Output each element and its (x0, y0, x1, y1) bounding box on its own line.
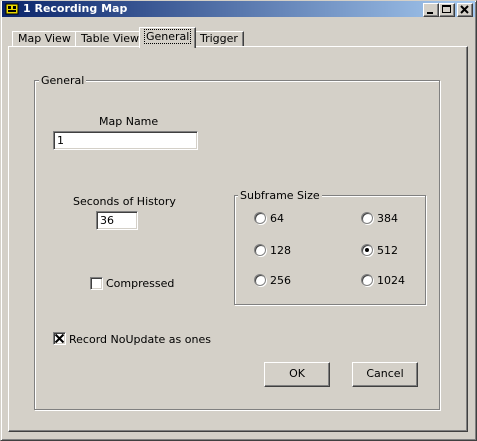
map-name-field[interactable]: 1 (53, 131, 198, 150)
radio-128-label: 128 (270, 244, 291, 257)
tab-label: Map View (18, 32, 71, 45)
subframe-size-title: Subframe Size (238, 189, 322, 202)
maximize-button[interactable] (439, 3, 455, 17)
map-name-label: Map Name (99, 115, 159, 128)
record-noupdate-label: Record NoUpdate as ones (69, 333, 211, 346)
maximize-icon (442, 5, 451, 13)
recording-map-app-icon[interactable] (5, 2, 19, 16)
record-noupdate-checkbox[interactable] (53, 332, 66, 345)
tab-table-view[interactable]: Table View (75, 31, 146, 47)
radio-256[interactable] (254, 274, 266, 286)
radio-selected-dot (365, 248, 369, 252)
seconds-of-history-field[interactable]: 36 (96, 211, 138, 230)
radio-512-label: 512 (377, 244, 398, 257)
tab-label: General (143, 29, 192, 44)
radio-64-label: 64 (270, 212, 284, 225)
general-group-title: General (39, 74, 87, 87)
tab-label: Table View (81, 32, 140, 45)
tab-label: Trigger (200, 32, 238, 45)
radio-1024[interactable] (361, 274, 373, 286)
radio-512[interactable] (361, 244, 373, 256)
radio-128[interactable] (254, 244, 266, 256)
cancel-button[interactable]: Cancel (352, 362, 418, 387)
tab-general[interactable]: General (139, 27, 197, 48)
compressed-label: Compressed (106, 277, 175, 290)
minimize-icon (427, 12, 433, 14)
compressed-checkbox[interactable] (90, 277, 103, 290)
radio-1024-label: 1024 (377, 274, 405, 287)
tab-trigger[interactable]: Trigger (194, 31, 244, 47)
tab-map-view[interactable]: Map View (12, 31, 77, 47)
window-title: 1 Recording Map (23, 2, 128, 15)
title-bar[interactable]: 1 Recording Map (2, 1, 475, 17)
radio-384[interactable] (361, 212, 373, 224)
ok-button[interactable]: OK (264, 362, 330, 387)
seconds-of-history-label: Seconds of History (73, 195, 176, 208)
close-icon (460, 5, 469, 14)
radio-384-label: 384 (377, 212, 398, 225)
checkmark-icon (54, 333, 65, 344)
close-button[interactable] (457, 3, 473, 17)
radio-256-label: 256 (270, 274, 291, 287)
radio-64[interactable] (254, 212, 266, 224)
minimize-button[interactable] (423, 3, 439, 17)
